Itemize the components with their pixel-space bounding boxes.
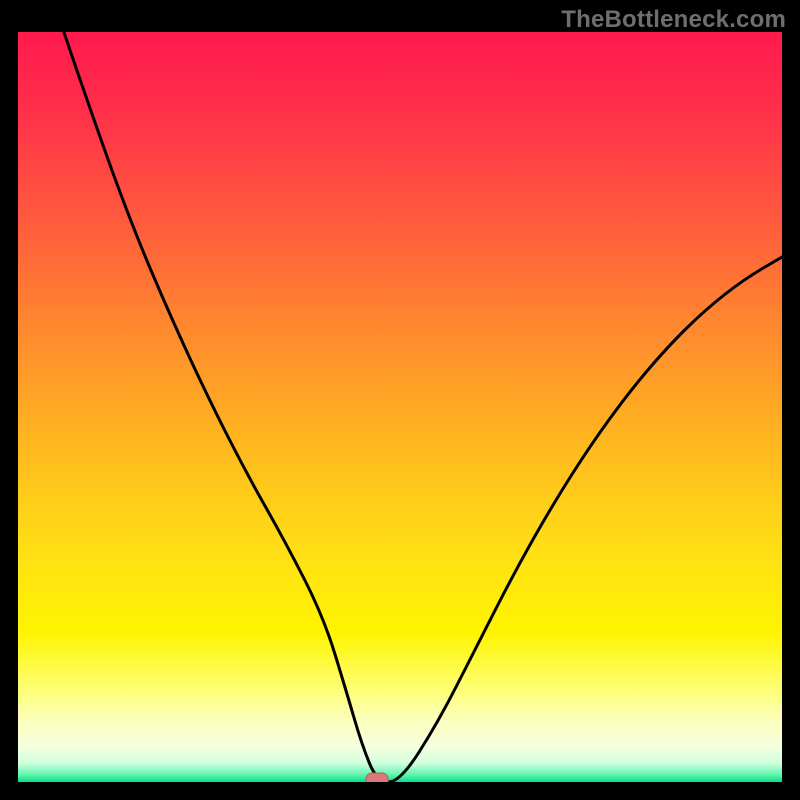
plot-frame: [18, 32, 782, 782]
chart-container: TheBottleneck.com: [0, 0, 800, 800]
optimal-marker: [366, 773, 388, 782]
bottleneck-chart: [18, 32, 782, 782]
watermark-text: TheBottleneck.com: [561, 6, 786, 34]
gradient-background: [18, 32, 782, 782]
